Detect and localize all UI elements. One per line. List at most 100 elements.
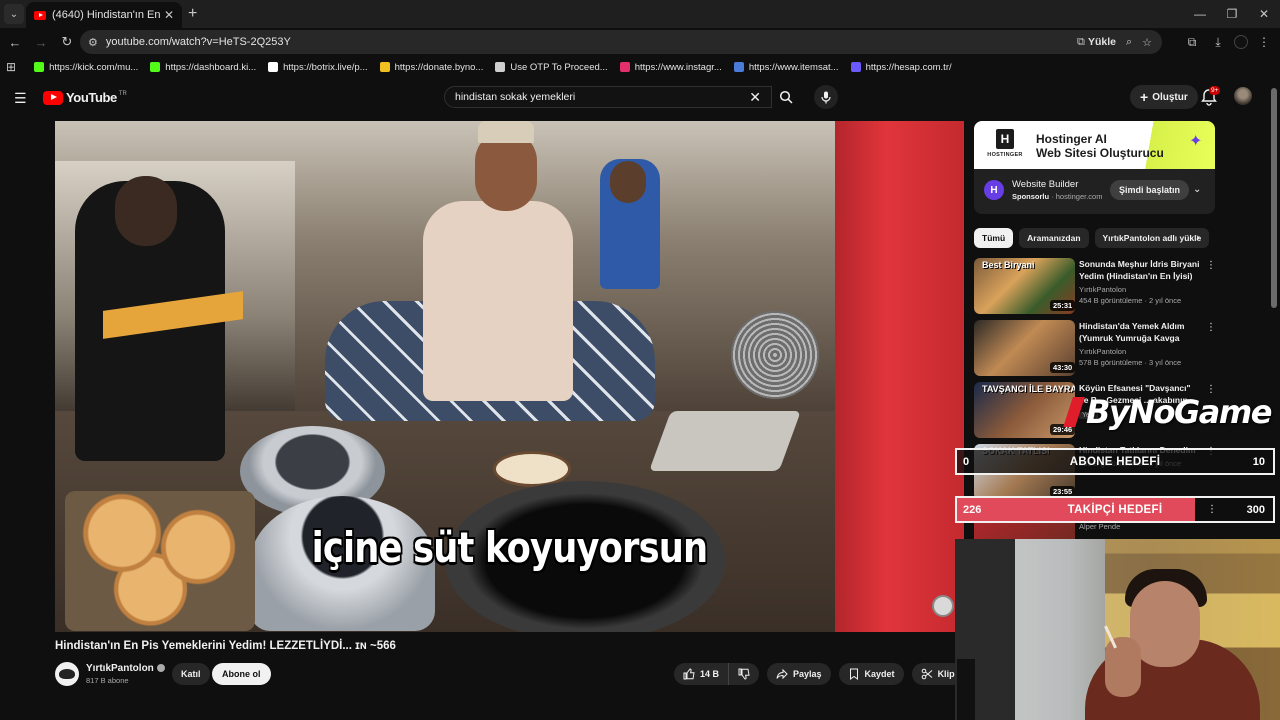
bookmark-item[interactable]: https://hesap.com.tr/ bbox=[850, 62, 952, 73]
new-tab-icon[interactable]: + bbox=[188, 5, 197, 23]
bynogame-text: ByNoGame bbox=[1086, 393, 1272, 431]
hesap-icon bbox=[850, 62, 861, 72]
channel-name-link[interactable]: YırtıkPantolon bbox=[86, 663, 165, 674]
filter-chip[interactable]: Tümü bbox=[974, 228, 1014, 248]
like-button[interactable]: 14 B bbox=[674, 663, 730, 685]
tab-title: (4640) Hindistan'ın En Pis Yeme bbox=[52, 9, 160, 21]
clear-search-icon[interactable]: ✕ bbox=[749, 89, 761, 106]
youtube-logo[interactable]: YouTube TR bbox=[43, 90, 127, 105]
like-dislike-group: 14 B bbox=[674, 663, 760, 685]
video-title[interactable]: Sonunda Meşhur İdris Biryani Yedim (Hind… bbox=[1079, 259, 1201, 282]
subscriber-goal-target: 10 bbox=[1252, 455, 1265, 468]
ad-sponsor-line: Sponsorlu · hostinger.com bbox=[1012, 192, 1103, 201]
follower-goal-target: 300 bbox=[1246, 503, 1265, 516]
extensions-icon[interactable]: ⧉ bbox=[1182, 30, 1202, 54]
more-actions-icon[interactable]: ⋮ bbox=[1206, 260, 1216, 271]
video-player[interactable]: içine süt koyuyorsun bbox=[55, 121, 964, 632]
back-arrow-icon[interactable]: ← bbox=[4, 31, 26, 53]
ad-product-name: Website Builder bbox=[1012, 179, 1079, 190]
minimize-icon[interactable]: — bbox=[1184, 0, 1216, 28]
bookmark-item[interactable]: https://www.instagr... bbox=[619, 62, 722, 73]
browser-tab-strip: ⌄ (4640) Hindistan'ın En Pis Yeme ✕ + — … bbox=[0, 0, 1280, 28]
create-button[interactable]: + Oluştur bbox=[1130, 85, 1198, 109]
channel-avatar[interactable] bbox=[55, 662, 79, 686]
video-channel[interactable]: YırtıkPantolon bbox=[1079, 347, 1201, 356]
maximize-icon[interactable]: ❐ bbox=[1216, 0, 1248, 28]
bookmark-item[interactable]: Use OTP To Proceed... bbox=[495, 62, 608, 73]
channel-name: YırtıkPantolon bbox=[86, 663, 154, 674]
url-text: youtube.com/watch?v=HeTS-2Q253Y bbox=[105, 36, 291, 48]
save-button[interactable]: Kaydet bbox=[838, 663, 904, 685]
sponsored-ad-card[interactable]: H HOSTINGER Hostinger AI Web Sitesi Oluş… bbox=[974, 121, 1215, 214]
voice-search-button[interactable] bbox=[814, 85, 838, 109]
reload-icon[interactable]: ↻ bbox=[56, 31, 78, 53]
tab-search-icon[interactable]: ⌄ bbox=[4, 4, 24, 24]
hostinger-h-icon: H bbox=[996, 129, 1014, 149]
webcam-microphone bbox=[957, 659, 975, 720]
browser-tab-active[interactable]: (4640) Hindistan'ın En Pis Yeme ✕ bbox=[26, 2, 182, 28]
ad-headline-line2: Web Sitesi Oluşturucu bbox=[1036, 146, 1164, 160]
bookmark-item[interactable]: https://dashboard.ki... bbox=[150, 62, 256, 73]
advertiser-icon: H bbox=[984, 180, 1004, 200]
bookmark-item[interactable]: https://kick.com/mu... bbox=[34, 62, 138, 73]
bookmark-item[interactable]: https://donate.byno... bbox=[379, 61, 484, 73]
bookmark-label: https://dashboard.ki... bbox=[165, 61, 257, 73]
ad-expand-chevron-icon[interactable]: ⌄ bbox=[1193, 184, 1201, 195]
subscriber-goal-label: ABONE HEDEFİ bbox=[1069, 455, 1161, 468]
zoom-icon[interactable]: ⌕ bbox=[1126, 36, 1132, 49]
ad-cta-button[interactable]: Şimdi başlatın bbox=[1110, 180, 1190, 200]
video-frame-cook-cap bbox=[478, 121, 534, 143]
overlay-more-icon[interactable]: ⋮ bbox=[1207, 504, 1217, 515]
more-actions-icon[interactable]: ⋮ bbox=[1206, 322, 1216, 333]
page-icon bbox=[495, 62, 506, 72]
bynogame-icon bbox=[379, 62, 390, 72]
video-frame-person-left-head bbox=[115, 176, 177, 246]
bookmark-item[interactable]: https://botrix.live/p... bbox=[268, 62, 368, 73]
video-actions: 14 B Paylaş Kaydet Klip bbox=[674, 663, 964, 685]
recommended-video[interactable]: 43:30 Hindistan'da Yemek Aldım (Yumruk Yu… bbox=[974, 320, 1216, 376]
ad-domain: hostinger.com bbox=[1055, 192, 1103, 201]
chips-next-chevron-icon[interactable]: › bbox=[1196, 232, 1200, 244]
download-icon[interactable]: ⤓ bbox=[1208, 30, 1228, 54]
browser-menu-icon[interactable]: ⋮ bbox=[1254, 30, 1274, 54]
video-info: Sonunda Meşhur İdris Biryani Yedim (Hind… bbox=[1079, 259, 1201, 305]
filter-chip[interactable]: Aramanızdan bbox=[1019, 228, 1089, 248]
profile-icon[interactable] bbox=[1234, 35, 1248, 49]
search-input[interactable]: hindistan sokak yemekleri ✕ bbox=[444, 86, 772, 108]
share-button[interactable]: Paylaş bbox=[767, 663, 831, 685]
bookmark-label: https://kick.com/mu... bbox=[49, 61, 139, 73]
save-playlist-icon bbox=[849, 668, 858, 680]
bookmark-item[interactable]: https://www.itemsat... bbox=[733, 62, 839, 73]
menu-hamburger-icon[interactable]: ☰ bbox=[14, 90, 27, 107]
follower-goal-bar: 226 TAKİPÇİ HEDEFİ 300 ⋮ bbox=[955, 496, 1275, 523]
account-avatar[interactable] bbox=[1234, 87, 1252, 105]
bookmark-star-icon[interactable]: ☆ bbox=[1142, 36, 1152, 49]
bookmark-label: https://donate.byno... bbox=[394, 61, 484, 73]
video-title[interactable]: Hindistan'da Yemek Aldım (Yumruk Yumruğa… bbox=[1079, 321, 1201, 344]
video-info: Hindistan'da Yemek Aldım (Yumruk Yumruğa… bbox=[1079, 321, 1201, 367]
site-info-icon[interactable]: ⚙ bbox=[88, 36, 98, 49]
filter-chip[interactable]: YırtıkPantolon adlı yükle bbox=[1094, 228, 1210, 248]
window-close-icon[interactable]: ✕ bbox=[1248, 0, 1280, 28]
video-meta: 454 B görüntüleme · 2 yıl önce bbox=[1079, 296, 1182, 305]
ad-advertiser-row: H Website Builder Sponsorlu · hostinger.… bbox=[984, 179, 1102, 201]
dislike-button[interactable] bbox=[729, 663, 759, 685]
scrollbar-thumb[interactable] bbox=[1271, 88, 1277, 308]
tab-close-icon[interactable]: ✕ bbox=[164, 8, 174, 22]
install-app-button[interactable]: ⧉ Yükle bbox=[1077, 36, 1116, 49]
recommended-video[interactable]: Best Biryani 25:31 Sonunda Meşhur İdris Bi… bbox=[974, 258, 1216, 314]
address-bar[interactable]: ⚙ youtube.com/watch?v=HeTS-2Q253Y ⧉ Yükl… bbox=[80, 30, 1162, 54]
subscribe-button[interactable]: Abone ol bbox=[212, 663, 271, 685]
forward-arrow-icon[interactable]: → bbox=[30, 31, 52, 53]
video-channel[interactable]: YırtıkPantolon bbox=[1079, 285, 1201, 294]
channel-watermark-icon[interactable] bbox=[932, 595, 954, 617]
kick-icon bbox=[34, 62, 45, 72]
search-button[interactable] bbox=[772, 86, 800, 108]
apps-grid-icon[interactable]: ⊞ bbox=[6, 60, 16, 74]
join-button[interactable]: Katıl bbox=[172, 663, 210, 685]
video-title: Hindistan'ın En Pis Yemeklerini Yedim! L… bbox=[55, 640, 396, 652]
ad-sponsored-label: Sponsorlu bbox=[1012, 192, 1050, 201]
hostinger-logo: H HOSTINGER bbox=[986, 129, 1024, 158]
page-scrollbar[interactable] bbox=[1271, 80, 1277, 310]
ad-headline: Hostinger AI Web Sitesi Oluşturucu bbox=[1036, 132, 1164, 160]
